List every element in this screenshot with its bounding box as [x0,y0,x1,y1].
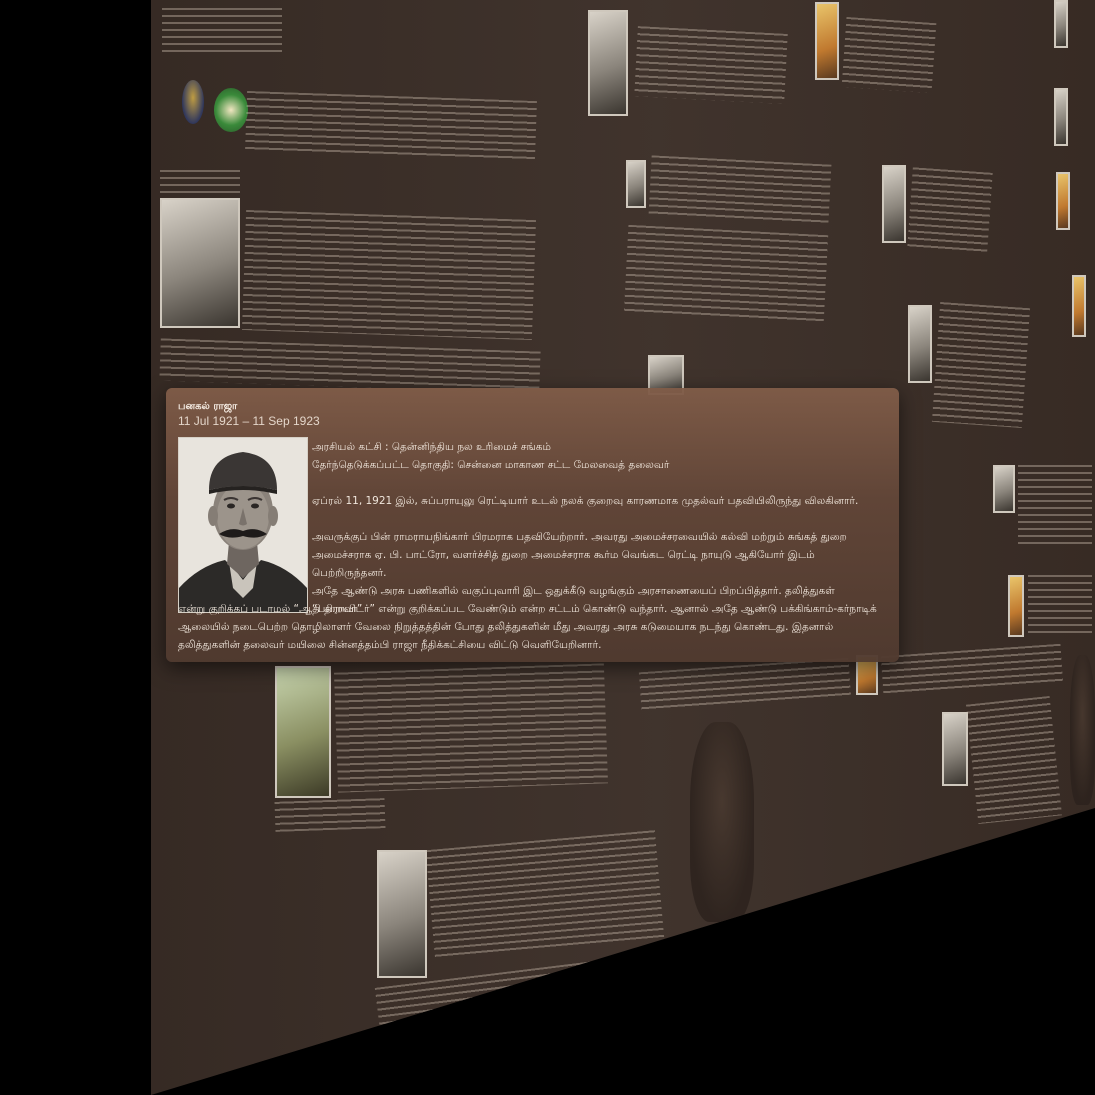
bg-portrait [275,666,331,798]
bg-text [648,155,832,225]
popup-dates: 11 Jul 1921 – 11 Sep 1923 [178,414,320,428]
ashoka-emblem-icon [690,722,754,922]
bg-text [638,657,852,713]
bg-portrait [908,305,932,383]
bg-text [162,8,282,52]
bg-text [1018,465,1092,545]
bg-portrait [1008,575,1024,637]
party-line: அரசியல் கட்சி : தென்னிந்திய நல உரிமைச் ச… [312,441,551,453]
bg-portrait [1072,275,1086,337]
bg-text [907,167,993,253]
emblem-icon [214,88,248,132]
bg-text [333,663,609,793]
bg-portrait [626,160,646,208]
bg-text [634,26,788,104]
bg-text [160,170,240,196]
bg-text [241,209,537,341]
timeline-viewport[interactable]: பனகல் ராஜா 11 Jul 1921 – 11 Sep 1923 அரச… [0,0,1095,1095]
bg-portrait [882,165,906,243]
seal-icon [182,80,204,124]
popup-paragraph-3-continued: என்று குறிக்கப் படாமல் “ஆதி திராவிடர்” எ… [178,603,877,651]
bg-portrait [942,712,968,786]
bg-text [1028,575,1092,635]
bg-text [965,695,1063,825]
bg-text [880,643,1064,697]
portrait-photo [178,437,308,613]
bg-portrait [1056,172,1070,230]
bg-portrait [160,198,240,328]
ashoka-emblem-icon [1070,655,1095,805]
bg-text [245,90,537,162]
bg-text [931,302,1031,428]
bg-text [425,830,665,960]
bg-portrait [1054,88,1068,146]
popup-paragraph-2: அவருக்குப் பின் ராமராயநிங்கார் பிரமராக ப… [312,531,847,579]
detail-popup[interactable]: பனகல் ராஜா 11 Jul 1921 – 11 Sep 1923 அரச… [166,388,899,662]
bg-portrait [815,2,839,80]
bg-portrait [993,465,1015,513]
bg-text [841,16,937,94]
bg-text [623,224,829,326]
bg-portrait [588,10,628,116]
bg-portrait [377,850,427,978]
bg-text [274,798,386,832]
bg-portrait [1054,0,1068,48]
popup-party-and-constituency: அரசியல் கட்சி : தென்னிந்திய நல உரிமைச் ச… [312,438,887,474]
bg-text [159,338,541,394]
constituency-line: தேர்ந்தெடுக்கப்பட்ட தொகுதி: சென்னை மாகாண… [312,459,670,471]
popup-paragraph-1: ஏப்ரல் 11, 1921 இல், சுப்பராயுலு ரெட்டிய… [312,495,859,507]
popup-title: பனகல் ராஜா [178,401,238,412]
